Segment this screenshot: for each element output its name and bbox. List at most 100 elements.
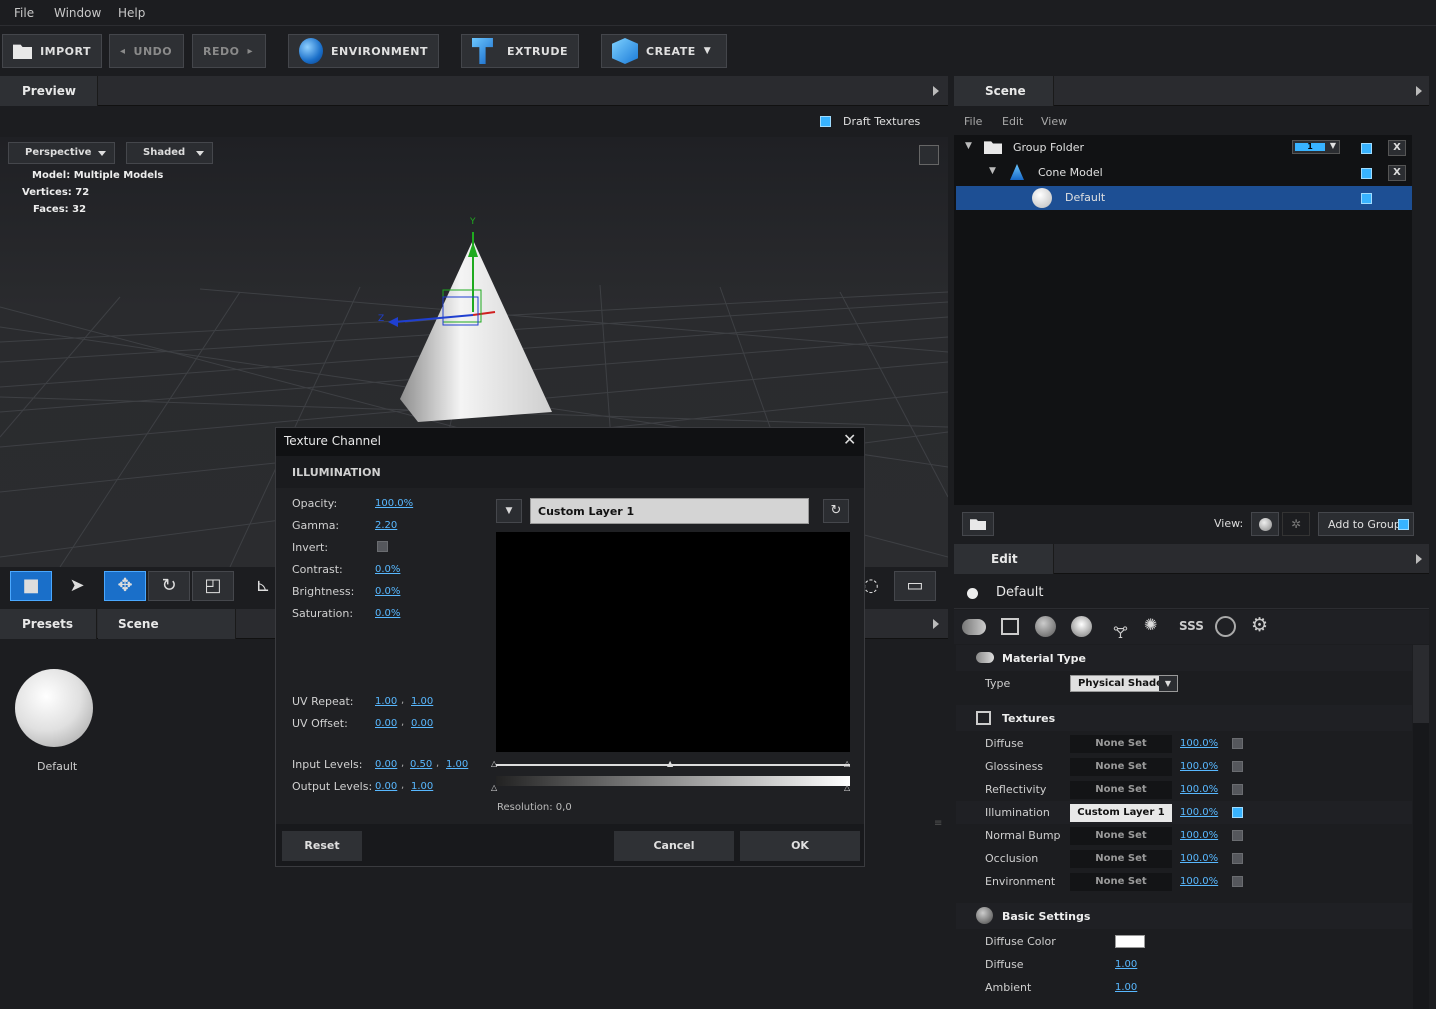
extrude-button[interactable]: EXTRUDE	[461, 34, 579, 68]
texture-checkbox-diffuse[interactable]	[1232, 738, 1243, 749]
contrast-value[interactable]: 0.0%	[375, 564, 400, 575]
reset-button[interactable]: Reset	[282, 831, 362, 861]
expand-triangle-icon[interactable]: ▼	[989, 166, 996, 176]
texture-pct-illumination[interactable]: 100.0%	[1180, 807, 1218, 818]
material-type-icon[interactable]	[962, 619, 986, 635]
layer-name-field[interactable]: Custom Layer 1	[530, 498, 809, 524]
scene-scrollbar[interactable]	[1413, 135, 1429, 505]
scene-row-cone-model[interactable]: ▼ Cone Model X	[956, 161, 1412, 185]
refresh-button[interactable]: ↻	[823, 499, 849, 523]
view-sphere-button[interactable]	[1251, 512, 1279, 536]
material-preview-sphere[interactable]	[15, 669, 93, 747]
undo-button[interactable]: ◂ UNDO	[109, 34, 184, 68]
uv-repeat-v[interactable]: 1.00	[411, 696, 433, 707]
type-dropdown[interactable]: Physical Shader ▼	[1070, 675, 1178, 692]
texture-checkbox-environment[interactable]	[1232, 876, 1243, 887]
texture-pct-environment[interactable]: 100.0%	[1180, 876, 1218, 887]
saturation-value[interactable]: 0.0%	[375, 608, 400, 619]
view-grid-button[interactable]: ✲	[1282, 512, 1310, 536]
reflection-sphere-icon[interactable]	[1071, 616, 1092, 637]
menu-help[interactable]: Help	[118, 6, 145, 20]
create-button[interactable]: CREATE ▼	[601, 34, 727, 68]
texture-slot-diffuse[interactable]: None Set	[1070, 735, 1172, 753]
rotate-tool-button[interactable]: ↻	[148, 571, 190, 601]
gamma-value[interactable]: 2.20	[375, 520, 397, 531]
output-handle-low[interactable]: △	[491, 783, 497, 792]
ok-button[interactable]: OK	[740, 831, 860, 861]
uv-repeat-u[interactable]: 1.00	[375, 696, 397, 707]
group-count-spinner[interactable]: 1 ▼	[1292, 140, 1340, 154]
tab-edit[interactable]: Edit	[954, 544, 1054, 574]
delete-button[interactable]: X	[1388, 165, 1406, 181]
basic-settings-section[interactable]: Basic Settings	[956, 903, 1412, 929]
import-button[interactable]: IMPORT	[2, 34, 102, 68]
texture-pct-occlusion[interactable]: 100.0%	[1180, 853, 1218, 864]
draft-textures-checkbox[interactable]	[820, 116, 831, 127]
output-handle-high[interactable]: △	[844, 783, 850, 792]
texture-checkbox-normal-bump[interactable]	[1232, 830, 1243, 841]
uv-offset-v[interactable]: 0.00	[411, 718, 433, 729]
input-level-mid[interactable]: 0.50	[410, 759, 432, 770]
slider-handle-high[interactable]: △	[844, 759, 850, 768]
texture-checkbox-occlusion[interactable]	[1232, 853, 1243, 864]
texture-checkbox-illumination[interactable]	[1232, 807, 1243, 818]
expand-arrow-icon[interactable]	[933, 86, 939, 96]
visibility-checkbox[interactable]	[1361, 143, 1372, 154]
add-to-group-button[interactable]: Add to Group	[1318, 512, 1414, 536]
scene-row-default-material[interactable]: Default	[956, 186, 1412, 210]
uv-offset-u[interactable]: 0.00	[375, 718, 397, 729]
diffuse-color-swatch[interactable]	[1115, 935, 1145, 948]
layer-dropdown-button[interactable]: ▼	[496, 499, 522, 523]
opacity-value[interactable]: 100.0%	[375, 498, 413, 509]
slider-handle-mid[interactable]: ▲	[667, 759, 673, 768]
output-level-high[interactable]: 1.00	[411, 781, 433, 792]
edit-scrollbar[interactable]	[1413, 645, 1429, 1009]
expand-arrow-icon[interactable]	[1416, 86, 1422, 96]
scale-tool-button[interactable]: ◰	[192, 571, 234, 601]
texture-pct-reflectivity[interactable]: 100.0%	[1180, 784, 1218, 795]
diffuse-value[interactable]: 1.00	[1115, 959, 1137, 970]
tab-presets[interactable]: Presets	[0, 609, 97, 639]
sss-icon[interactable]: SSS	[1179, 619, 1204, 633]
texture-slot-reflectivity[interactable]: None Set	[1070, 781, 1172, 799]
textures-section[interactable]: Textures	[956, 705, 1412, 731]
texture-slot-glossiness[interactable]: None Set	[1070, 758, 1172, 776]
texture-slot-illumination[interactable]: Custom Layer 1	[1070, 804, 1172, 822]
glass-icon[interactable]: 🝖	[1113, 615, 1128, 648]
texture-pct-glossiness[interactable]: 100.0%	[1180, 761, 1218, 772]
visibility-checkbox[interactable]	[1361, 193, 1372, 204]
scene-menu-file[interactable]: File	[964, 115, 982, 128]
visibility-checkbox[interactable]	[1361, 168, 1372, 179]
add-to-group-checkbox[interactable]	[1398, 519, 1409, 530]
camera-tool-button[interactable]: ■	[10, 571, 52, 601]
texture-checkbox-glossiness[interactable]	[1232, 761, 1243, 772]
redo-button[interactable]: REDO ▸	[192, 34, 266, 68]
texture-checkbox-reflectivity[interactable]	[1232, 784, 1243, 795]
invert-checkbox[interactable]	[377, 541, 388, 552]
image-icon[interactable]	[1001, 618, 1019, 635]
material-type-section[interactable]: Material Type	[956, 645, 1412, 671]
tab-scene-materials[interactable]: Scene Materials	[98, 609, 236, 661]
scene-menu-edit[interactable]: Edit	[1002, 115, 1023, 128]
cancel-button[interactable]: Cancel	[614, 831, 734, 861]
tab-preview[interactable]: Preview	[0, 76, 98, 106]
scrollbar-thumb[interactable]	[1413, 645, 1429, 723]
new-folder-button[interactable]	[962, 512, 994, 536]
input-level-low[interactable]: 0.00	[375, 759, 397, 770]
texture-pct-diffuse[interactable]: 100.0%	[1180, 738, 1218, 749]
expand-triangle-icon[interactable]: ▼	[965, 141, 972, 151]
delete-button[interactable]: X	[1388, 140, 1406, 156]
slider-handle-low[interactable]: △	[491, 759, 497, 768]
basic-sphere-icon[interactable]	[1035, 616, 1056, 637]
scene-row-group-folder[interactable]: ▼ Group Folder 1 ▼ X	[956, 136, 1412, 160]
ambient-value[interactable]: 1.00	[1115, 982, 1137, 993]
light-bulb-icon[interactable]: ✺	[1144, 615, 1157, 634]
output-levels-gradient[interactable]	[496, 776, 850, 786]
select-tool-button[interactable]: ➤	[56, 571, 98, 601]
expand-arrow-icon[interactable]	[933, 619, 939, 629]
texture-slot-environment[interactable]: None Set	[1070, 873, 1172, 891]
texture-slot-occlusion[interactable]: None Set	[1070, 850, 1172, 868]
brightness-value[interactable]: 0.0%	[375, 586, 400, 597]
resize-handle-icon[interactable]: ≡	[934, 818, 942, 829]
screen-tool-button[interactable]: ▭	[894, 571, 936, 601]
